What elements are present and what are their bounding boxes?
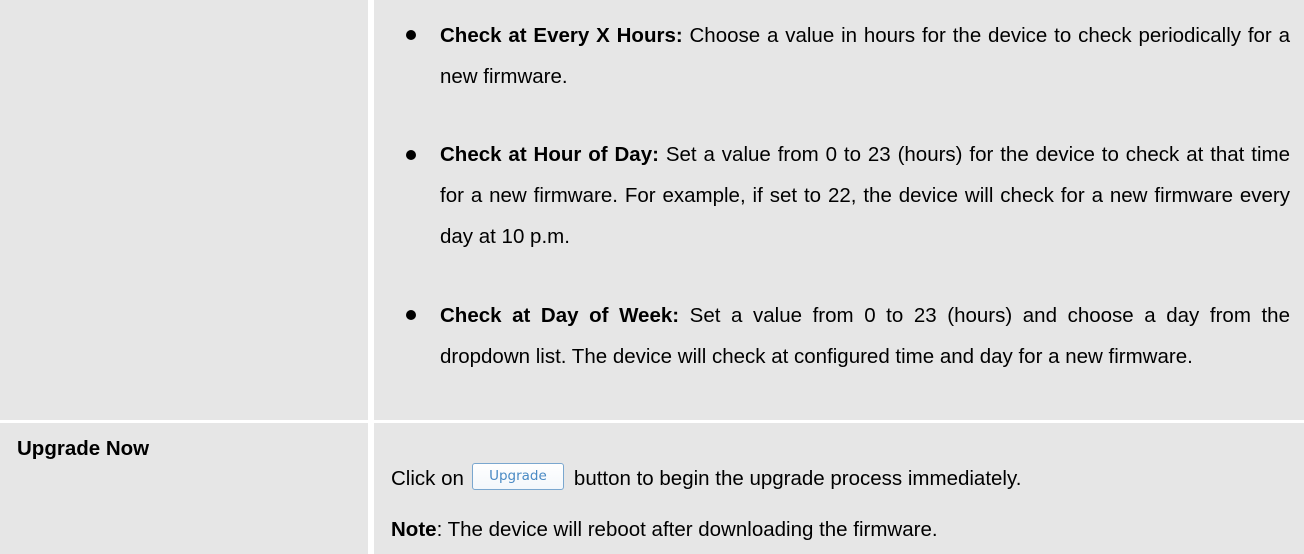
- option-text: Check at Day of Week: Set a value from 0…: [440, 295, 1290, 377]
- upgrade-button[interactable]: Upgrade: [471, 463, 564, 491]
- option-text: Check at Every X Hours: Choose a value i…: [440, 15, 1290, 97]
- upgrade-note: Note: The device will reboot after downl…: [391, 510, 1291, 550]
- note-text: : The device will reboot after downloadi…: [436, 518, 938, 541]
- table-cell-description: Check at Every X Hours: Choose a value i…: [374, 0, 1304, 420]
- table-row: Check at Every X Hours: Choose a value i…: [0, 0, 1304, 420]
- table-cell-label: [0, 0, 368, 420]
- option-text: Check at Hour of Day: Set a value from 0…: [440, 134, 1290, 257]
- option-term: Check at Every X Hours:: [440, 24, 683, 47]
- note-label: Note: [391, 518, 437, 541]
- firmware-settings-table: Check at Every X Hours: Choose a value i…: [0, 0, 1304, 554]
- upgrade-instruction: Click on Upgrade button to begin the upgra…: [391, 459, 1291, 499]
- upgrade-text-before: Click on: [391, 467, 464, 490]
- table-cell-label: Upgrade Now: [0, 423, 368, 554]
- upgrade-now-label: Upgrade Now: [17, 437, 150, 460]
- bullet-icon: [406, 150, 416, 160]
- bullet-icon: [406, 30, 416, 40]
- option-term: Check at Day of Week:: [440, 304, 680, 327]
- table-cell-description: Click on Upgrade button to begin the upgra…: [374, 423, 1304, 554]
- table-row: Upgrade Now Click on Upgrade button to beg…: [0, 423, 1304, 554]
- bullet-icon: [406, 310, 416, 320]
- upgrade-text-after: button to begin the upgrade process imme…: [573, 467, 1022, 490]
- option-term: Check at Hour of Day:: [440, 143, 659, 166]
